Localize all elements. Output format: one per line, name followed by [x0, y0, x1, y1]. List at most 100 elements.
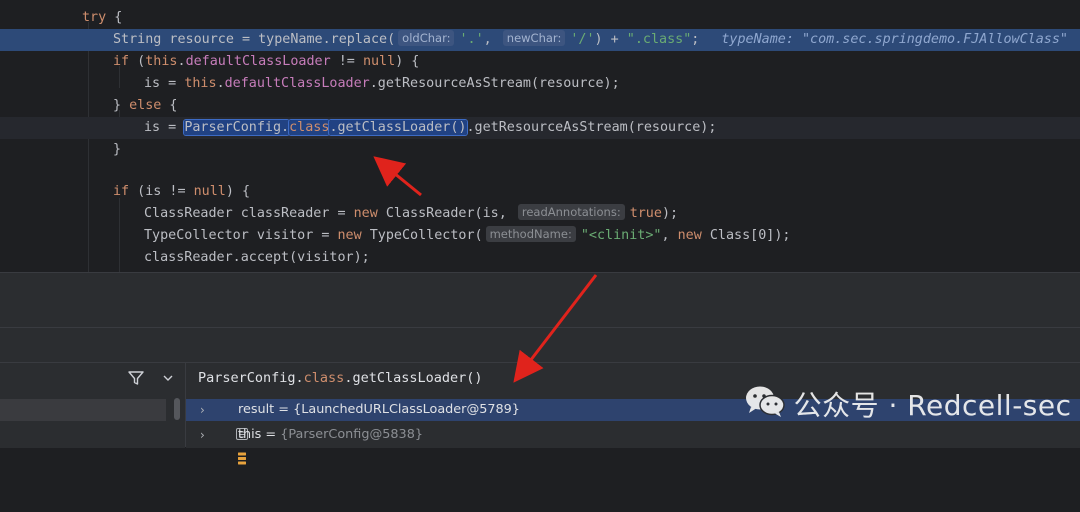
code-token: }	[113, 142, 122, 157]
keyword-token: new	[353, 206, 378, 221]
field-token: defaultClassLoader	[185, 54, 331, 69]
code-line[interactable]	[0, 161, 1080, 183]
code-token: classReader.accept(visitor);	[144, 250, 370, 265]
code-text: } else {	[113, 95, 178, 117]
code-line[interactable]: if (this.defaultClassLoader != null) {	[0, 51, 1080, 73]
selected-frame-row[interactable]	[0, 399, 166, 421]
code-line[interactable]: } else {	[0, 95, 1080, 117]
code-text: }	[113, 139, 121, 161]
frame-row[interactable]	[0, 425, 166, 447]
field-token: defaultClassLoader	[224, 76, 370, 91]
selected-expression: ParserConfig.	[184, 120, 290, 135]
code-token: {	[161, 98, 178, 113]
variable-value: {ParserConfig@5838}	[280, 427, 423, 442]
expand-arrow-icon[interactable]: ›	[200, 399, 205, 421]
code-token: TypeCollector(	[361, 228, 483, 243]
code-token: ) {	[225, 184, 251, 199]
expression-class-name: ParserConfig.	[198, 370, 304, 386]
code-line[interactable]: }	[0, 139, 1080, 161]
code-token: TypeCollector visitor =	[144, 228, 338, 243]
keyword-token: this	[184, 76, 217, 91]
chevron-down-icon[interactable]	[160, 370, 176, 386]
code-text: is = this.defaultClassLoader.getResource…	[144, 73, 620, 95]
code-token: !=	[330, 54, 363, 69]
variable-row-this[interactable]: › this = {ParserConfig@5838}	[186, 424, 1080, 465]
parameter-hint: oldChar:	[398, 30, 455, 46]
code-editor[interactable]: try {String resource = typeName.replace(…	[0, 0, 1080, 272]
evaluated-expression: ParserConfig.class.getClassLoader()	[198, 368, 482, 388]
code-token: .getResourceAsStream(resource);	[369, 76, 620, 91]
keyword-token: if	[113, 54, 130, 69]
code-token: ;	[691, 32, 700, 47]
code-text: String resource = typeName.replace(oldCh…	[113, 29, 1068, 51]
keyword-token: true	[629, 206, 662, 221]
code-text: try {	[82, 7, 122, 29]
string-token: "<clinit>"	[580, 228, 662, 243]
expression-keyword: class	[303, 370, 345, 386]
code-text: if (this.defaultClassLoader != null) {	[113, 51, 419, 73]
parameter-hint: readAnnotations:	[517, 204, 625, 220]
code-token: .	[177, 54, 186, 69]
scrollbar[interactable]	[174, 398, 180, 420]
filter-icon[interactable]	[126, 368, 146, 388]
code-token: ,	[661, 228, 678, 243]
code-token: String resource = typeName.replace(	[113, 32, 396, 47]
variable-equals: =	[274, 402, 294, 417]
code-line[interactable]: classReader.accept(visitor);	[0, 247, 1080, 269]
code-line[interactable]: if (is != null) {	[0, 181, 1080, 203]
keyword-token: try	[82, 10, 107, 25]
code-token: ClassReader classReader =	[144, 206, 354, 221]
code-text: TypeCollector visitor = new TypeCollecto…	[144, 225, 790, 247]
code-token: Class[0]);	[701, 228, 791, 243]
watermark: 公众号 · Redcell-sec	[706, 386, 1072, 422]
code-token: .	[216, 76, 225, 91]
keyword-token: new	[677, 228, 702, 243]
keyword-token: else	[129, 98, 162, 113]
code-token: .getResourceAsStream(resource);	[466, 120, 717, 135]
string-token: ".class"	[626, 32, 692, 47]
keyword-token: if	[113, 184, 130, 199]
field-icon	[220, 429, 247, 465]
code-token: (is !=	[129, 184, 194, 199]
code-text: ClassReader classReader = new ClassReade…	[144, 203, 678, 225]
code-token: ) {	[395, 54, 420, 69]
code-line[interactable]: is = ParserConfig.class.getClassLoader()…	[0, 117, 1080, 139]
variable-equals: =	[261, 427, 281, 442]
code-token: ,	[483, 32, 500, 47]
code-token: {	[106, 10, 123, 25]
keyword-token: new	[337, 228, 362, 243]
parameter-hint: newChar:	[502, 30, 566, 46]
code-line[interactable]: is = this.defaultClassLoader.getResource…	[0, 73, 1080, 95]
code-line[interactable]: ClassReader classReader = new ClassReade…	[0, 203, 1080, 225]
tool-strip	[0, 273, 1080, 328]
variable-value: {LaunchedURLClassLoader@5789}	[293, 402, 520, 417]
selected-expression: .getClassLoader()	[329, 120, 467, 135]
code-text: if (is != null) {	[113, 181, 250, 203]
wechat-icon	[706, 350, 786, 459]
code-line[interactable]: try {	[0, 7, 1080, 29]
selected-expression: class	[289, 120, 330, 135]
inline-debug-value: typeName: "com.sec.springdemo.FJAllowCla…	[721, 32, 1068, 47]
variable-name: result	[238, 402, 275, 417]
watermark-text: 公众号 · Redcell-sec	[793, 389, 1072, 422]
expand-arrow-icon[interactable]: ›	[200, 424, 205, 446]
code-line[interactable]: String resource = typeName.replace(oldCh…	[0, 29, 1080, 51]
code-token: ) +	[594, 32, 627, 47]
code-line[interactable]: TypeCollector visitor = new TypeCollecto…	[0, 225, 1080, 247]
code-text: is = ParserConfig.class.getClassLoader()…	[144, 117, 716, 139]
code-token: is =	[144, 76, 185, 91]
code-token: );	[661, 206, 679, 221]
code-token: (	[129, 54, 146, 69]
code-text: classReader.accept(visitor);	[144, 247, 370, 269]
parameter-hint: methodName:	[485, 226, 576, 242]
expression-method-call: .getClassLoader()	[344, 370, 483, 386]
variable-name: this	[238, 427, 262, 442]
code-token: is =	[144, 120, 185, 135]
keyword-token: null	[362, 54, 396, 69]
debug-panel-header-area	[0, 328, 1080, 362]
code-token: }	[113, 98, 130, 113]
string-token: '.'	[459, 32, 484, 47]
keyword-token: this	[145, 54, 178, 69]
keyword-token: null	[193, 184, 226, 199]
string-token: '/'	[570, 32, 595, 47]
